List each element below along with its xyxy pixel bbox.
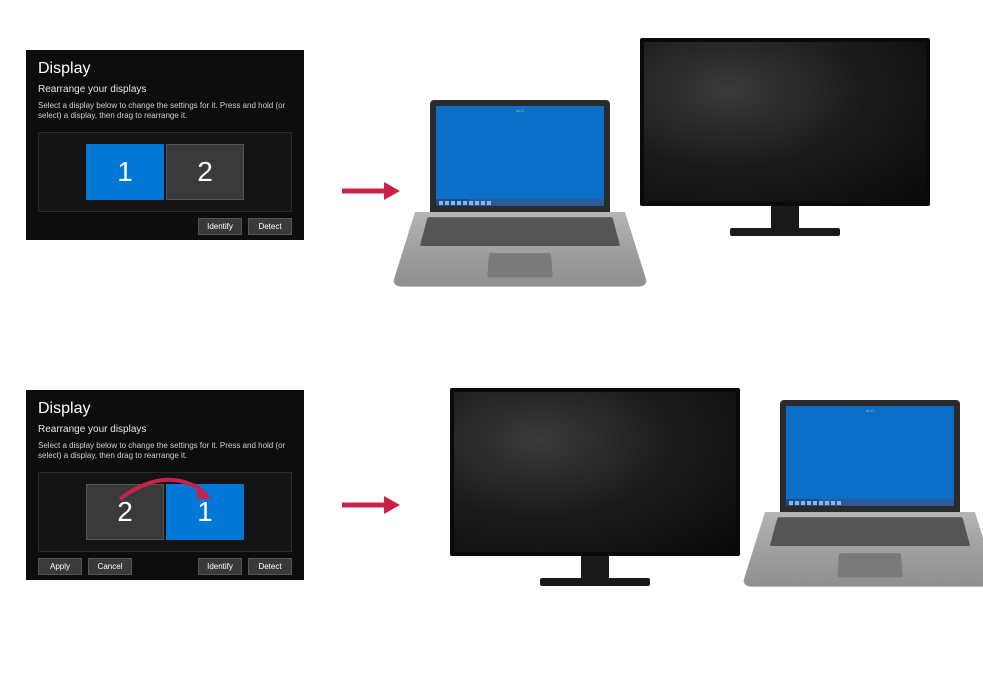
identify-button[interactable]: Identify [198, 558, 242, 575]
display-tile-1[interactable]: 1 [86, 144, 164, 200]
section-description: Select a display below to change the set… [38, 441, 292, 462]
device-illustration-bottom: ●LG [440, 370, 980, 630]
page-title: Display [38, 60, 292, 78]
external-monitor [450, 388, 740, 586]
display-tile-2[interactable]: 2 [86, 484, 164, 540]
display-settings-panel-bottom: Display Rearrange your displays Select a… [26, 390, 304, 580]
laptop: ●LG [780, 400, 975, 607]
page-title: Display [38, 400, 292, 418]
section-subtitle: Rearrange your displays [38, 424, 292, 435]
laptop-logo-icon: ●LG [516, 108, 524, 113]
display-number: 1 [197, 496, 213, 528]
display-number: 2 [197, 156, 213, 188]
identify-button[interactable]: Identify [198, 218, 242, 235]
arrow-right-icon [340, 490, 400, 520]
display-tile-1[interactable]: 1 [166, 484, 244, 540]
cancel-button[interactable]: Cancel [88, 558, 132, 575]
laptop: ●LG [430, 100, 625, 307]
panel-footer: Apply Cancel Identify Detect [38, 558, 292, 575]
laptop-logo-icon: ●LG [866, 408, 874, 413]
arrow-right-icon [340, 176, 400, 206]
apply-button[interactable]: Apply [38, 558, 82, 575]
detect-button[interactable]: Detect [248, 218, 292, 235]
detect-button[interactable]: Detect [248, 558, 292, 575]
display-settings-panel-top: Display Rearrange your displays Select a… [26, 50, 304, 240]
display-arrangement-area[interactable]: 1 2 [38, 132, 292, 212]
display-arrangement-area[interactable]: 2 1 [38, 472, 292, 552]
display-number: 1 [117, 156, 133, 188]
display-tile-2[interactable]: 2 [166, 144, 244, 200]
taskbar [786, 499, 954, 506]
section-subtitle: Rearrange your displays [38, 84, 292, 95]
device-illustration-top: ●LG [430, 20, 970, 280]
section-description: Select a display below to change the set… [38, 101, 292, 122]
display-number: 2 [117, 496, 133, 528]
taskbar [436, 199, 604, 206]
external-monitor [640, 38, 930, 236]
panel-footer: Identify Detect [38, 218, 292, 235]
